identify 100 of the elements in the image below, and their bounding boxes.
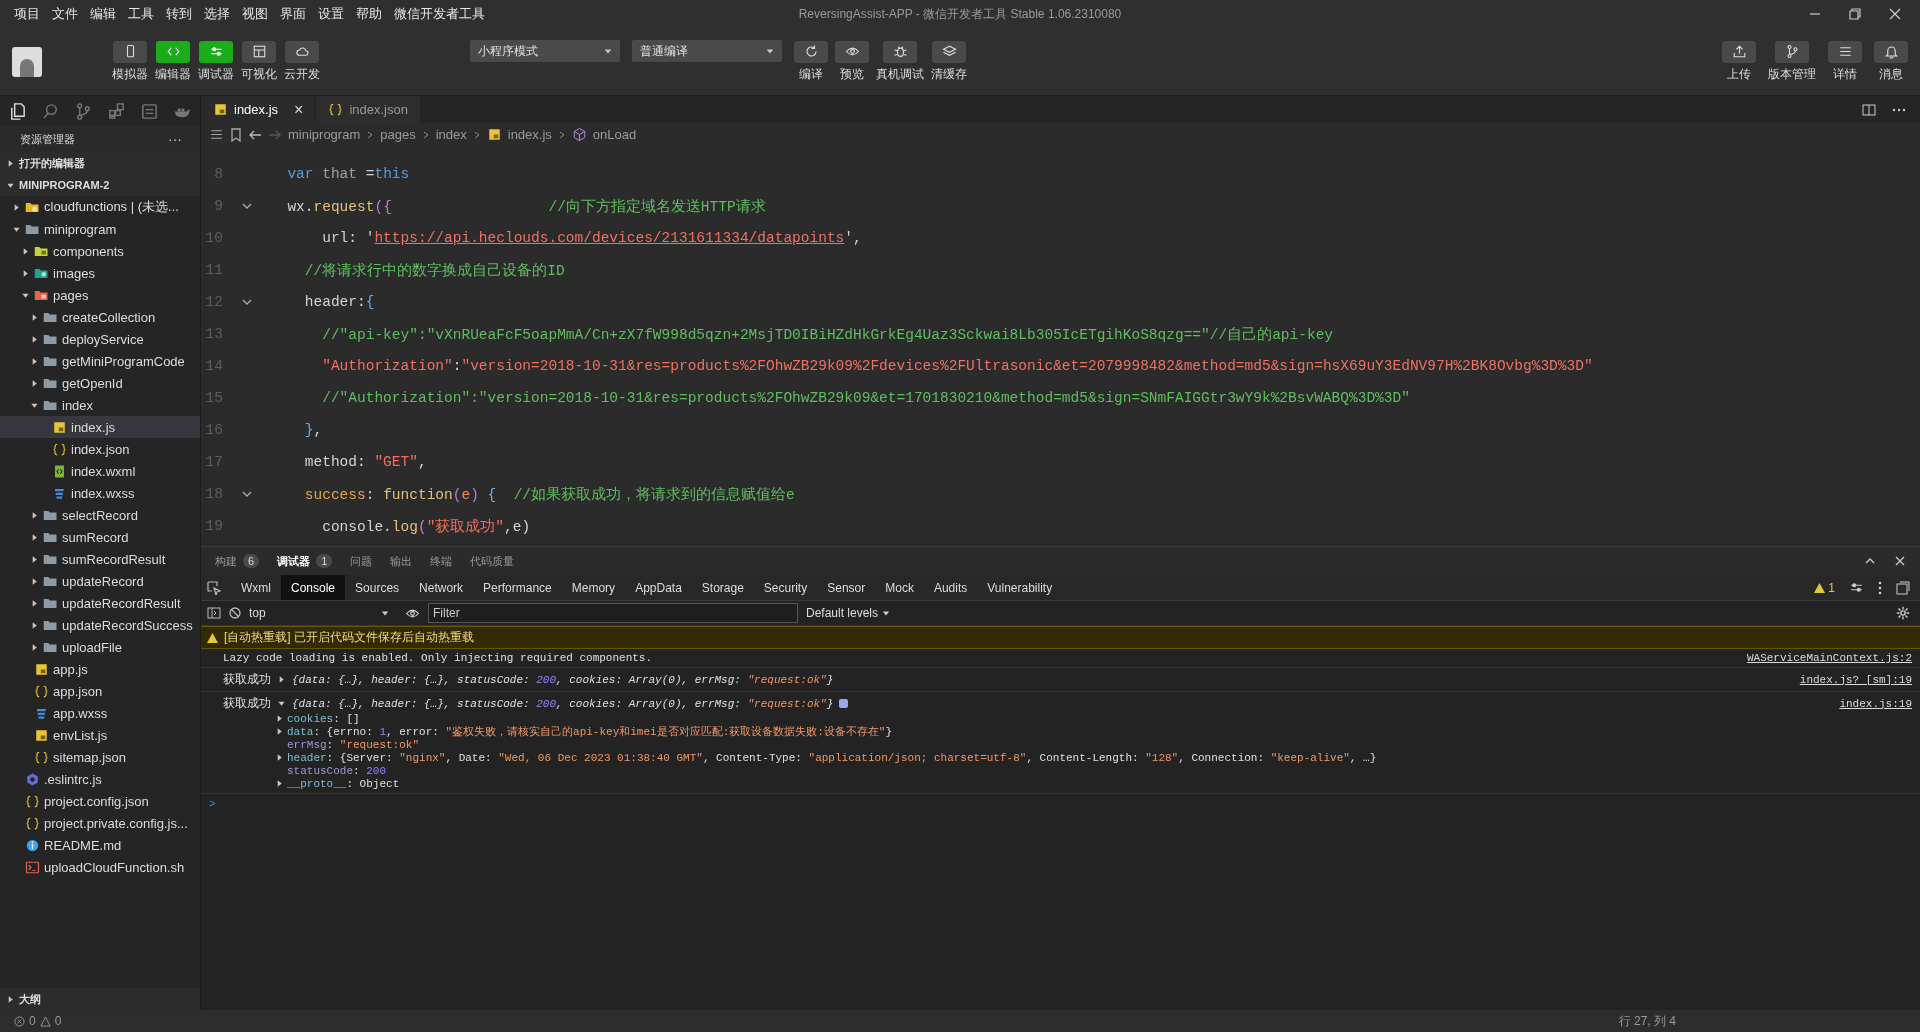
editor-tab[interactable]: index.json [316,96,421,123]
menu-item[interactable]: 界面 [274,5,312,23]
clear-console-icon[interactable] [229,607,241,619]
expand-chevron-icon[interactable] [275,753,284,762]
tree-item[interactable]: sumRecord [0,526,200,548]
chevron-icon[interactable] [21,246,30,256]
tree-item[interactable]: envList.js [0,724,200,746]
kebab-menu-icon[interactable] [1878,580,1882,595]
chevron-icon[interactable] [30,554,39,564]
menu-item[interactable]: 项目 [8,5,46,23]
close-icon[interactable] [1888,7,1902,21]
chevron-icon[interactable] [6,158,15,168]
chevron-icon[interactable] [30,378,39,388]
devtools-tab[interactable]: Wxml [231,575,281,600]
chevron-icon[interactable] [30,642,39,652]
bookmark-icon[interactable] [230,127,242,142]
chevron-icon[interactable] [30,334,39,344]
back-arrow-icon[interactable] [248,128,262,141]
source-link[interactable]: index.js:19 [1839,697,1912,710]
tree-item[interactable]: components [0,240,200,262]
tree-item[interactable]: index.js [0,416,200,438]
panel-tab[interactable]: 输出 [390,553,413,569]
breadcrumb-item[interactable]: pages [380,127,416,142]
expand-chevron-icon[interactable] [277,675,286,684]
tree-item[interactable]: sumRecordResult [0,548,200,570]
devtools-tab[interactable]: AppData [625,575,692,600]
devtools-tab[interactable]: Network [409,575,474,600]
breadcrumb-item[interactable]: onLoad [592,127,637,142]
expand-chevron-icon[interactable] [275,779,284,788]
tree-item[interactable]: createCollection [0,306,200,328]
toolbar-button[interactable]: 真机调试 [876,40,924,83]
source-link[interactable]: index.js? [sm]:19 [1799,673,1912,686]
devtools-tab[interactable]: Memory [561,575,626,600]
chevron-icon[interactable] [30,598,39,608]
devtools-tab[interactable]: Security [753,575,818,600]
cursor-position[interactable]: 行 27, 列 4 [1618,1012,1906,1030]
avatar[interactable] [12,46,42,77]
object-summary[interactable]: {data: {…}, header: {…}, statusCode: 200, cookies: Array(0), errMsg: "request:ok"} [292,697,834,710]
breadcrumb-item[interactable]: index.js [507,127,552,142]
context-select[interactable]: top [249,606,397,620]
menu-item[interactable]: 视图 [236,5,274,23]
tree-item[interactable]: uploadCloudFunction.sh [0,856,200,878]
menu-item[interactable]: 工具 [122,5,160,23]
filter-field[interactable]: Filter [428,603,798,623]
menu-item[interactable]: 文件 [46,5,84,23]
section-header[interactable]: MINIPROGRAM-2 [0,174,200,196]
section-header[interactable]: 打开的编辑器 [0,152,200,174]
menu-item[interactable]: 转到 [160,5,198,23]
close-tab-button[interactable]: × [294,100,304,119]
toolbar-button[interactable]: 版本管理 [1768,40,1816,83]
tree-item[interactable]: index.wxss [0,482,200,504]
warning-count[interactable]: 1 [1828,580,1835,595]
breadcrumb-item[interactable]: miniprogram [288,127,361,142]
chevron-icon[interactable] [30,620,39,630]
devtools-tab[interactable]: Audits [923,575,978,600]
error-count[interactable]: 0 [29,1014,36,1028]
menu-item[interactable]: 选择 [198,5,236,23]
tree-item[interactable]: getOpenId [0,372,200,394]
levels-dropdown[interactable]: Default levels [806,606,891,620]
dock-icon[interactable] [1896,580,1910,595]
tree-item[interactable]: images [0,262,200,284]
devtools-tab[interactable]: Mock [875,575,924,600]
panel-tab[interactable]: 问题 [350,553,373,569]
outline-header[interactable]: 大纲 [0,988,200,1010]
devtools-tab[interactable]: Sensor [817,575,876,600]
devtools-tab[interactable]: Console [281,575,346,600]
chevron-icon[interactable] [30,532,39,542]
restore-icon[interactable] [1848,7,1862,21]
chevron-icon[interactable] [30,356,39,366]
devtools-tab[interactable]: Performance [473,575,562,600]
split-editor-icon[interactable] [1862,102,1876,117]
panel-tab[interactable]: 代码质量 [470,553,515,569]
inspect-icon[interactable] [207,580,221,595]
chevron-icon[interactable] [30,312,39,322]
tree-item[interactable]: pages [0,284,200,306]
tree-item[interactable]: updateRecordSuccess [0,614,200,636]
sidebar-toggle-icon[interactable] [207,607,221,619]
console-prompt[interactable]: > [201,794,1920,814]
settings-icon[interactable] [1896,606,1910,620]
chevron-icon[interactable] [30,576,39,586]
devtools-tab[interactable]: Vulnerability [977,575,1063,600]
more-icon[interactable] [1892,107,1906,112]
close-icon[interactable] [1894,555,1906,567]
source-link[interactable]: WAServiceMainContext.js:2 [1746,652,1912,664]
chevron-icon[interactable] [12,202,21,212]
object-summary[interactable]: {data: {…}, header: {…}, statusCode: 200, cookies: Array(0), errMsg: "request:ok"} [292,673,834,686]
panel-tab[interactable]: 构建 6 [215,553,260,569]
menu-item[interactable]: 微信开发者工具 [388,5,491,23]
devtools-tab[interactable]: Storage [691,575,754,600]
tree-item[interactable]: project.config.json [0,790,200,812]
tree-item[interactable]: index.wxml [0,460,200,482]
tree-item[interactable]: app.json [0,680,200,702]
tree-item[interactable]: getMiniProgramCode [0,350,200,372]
warning-count[interactable]: 0 [54,1014,62,1028]
editor-tab[interactable]: index.js × [201,96,317,123]
tree-item[interactable]: index [0,394,200,416]
devtools-tab[interactable]: Sources [345,575,410,600]
mode-dropdown[interactable]: 小程序模式 [470,40,620,62]
tree-item[interactable]: index.json [0,438,200,460]
panel-tab[interactable]: 终端 [430,553,453,569]
